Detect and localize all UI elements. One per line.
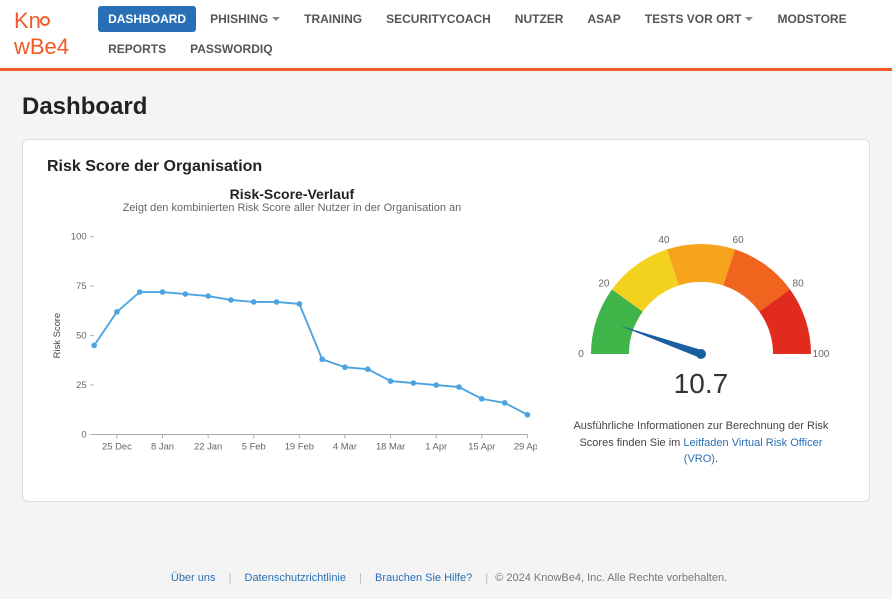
chevron-down-icon — [745, 17, 753, 21]
gauge-link[interactable]: Leitfaden Virtual Risk Officer (VRO) — [683, 437, 822, 466]
svg-text:100: 100 — [813, 349, 830, 360]
line-chart: 0 25 50 75 100 25 Dec 8 Jan 22 Jan 5 Feb 19 Feb 4 … — [47, 220, 537, 470]
svg-text:25 Dec: 25 Dec — [102, 441, 132, 452]
nav-asap[interactable]: ASAP — [577, 6, 630, 32]
nav-modstore[interactable]: MODSTORE — [767, 6, 856, 32]
svg-text:25: 25 — [76, 379, 86, 390]
topbar: KnwBe4 DASHBOARDPHISHINGTRAININGSECURITY… — [0, 0, 892, 71]
chart-subtitle: Zeigt den kombinierten Risk Score aller … — [47, 202, 537, 214]
svg-text:18 Mar: 18 Mar — [376, 441, 405, 452]
svg-text:15 Apr: 15 Apr — [468, 441, 495, 452]
chart-title: Risk-Score-Verlauf — [47, 186, 537, 202]
gauge: 0 20 40 60 80 100 — [571, 214, 831, 374]
footer-about[interactable]: Über uns — [171, 572, 216, 584]
svg-text:80: 80 — [792, 278, 804, 289]
svg-text:Risk Score: Risk Score — [51, 313, 62, 358]
svg-text:100: 100 — [71, 230, 87, 241]
footer-copyright: © 2024 KnowBe4, Inc. Alle Rechte vorbeha… — [495, 572, 727, 584]
svg-text:60: 60 — [732, 235, 744, 246]
nav-tests-vor-ort[interactable]: TESTS VOR ORT — [635, 6, 764, 32]
nav-securitycoach[interactable]: SECURITYCOACH — [376, 6, 501, 32]
page: Dashboard Risk Score der Organisation Ri… — [0, 71, 892, 542]
svg-text:29 Apr: 29 Apr — [514, 441, 537, 452]
logo: KnwBe4 — [14, 8, 88, 60]
chevron-down-icon — [272, 17, 280, 21]
svg-text:0: 0 — [578, 349, 584, 360]
svg-text:20: 20 — [598, 278, 610, 289]
main-nav: DASHBOARDPHISHINGTRAININGSECURITYCOACHNU… — [98, 6, 878, 62]
nav-phishing[interactable]: PHISHING — [200, 6, 290, 32]
gauge-value: 10.7 — [674, 368, 729, 400]
gauge-container: 0 20 40 60 80 100 10.7 Ausführliche Informati… — [557, 186, 845, 473]
svg-text:4 Mar: 4 Mar — [333, 441, 357, 452]
nav-dashboard[interactable]: DASHBOARD — [98, 6, 196, 32]
svg-text:50: 50 — [76, 329, 86, 340]
nav-training[interactable]: TRAINING — [294, 6, 372, 32]
svg-text:40: 40 — [658, 235, 670, 246]
nav-passwordiq[interactable]: PASSWORDIQ — [180, 36, 282, 62]
nav-nutzer[interactable]: NUTZER — [505, 6, 574, 32]
chart-container: Risk-Score-Verlauf Zeigt den kombinierte… — [47, 186, 537, 473]
page-title: Dashboard — [22, 93, 870, 121]
svg-text:75: 75 — [76, 280, 86, 291]
svg-text:19 Feb: 19 Feb — [285, 441, 314, 452]
svg-text:8 Jan: 8 Jan — [151, 441, 174, 452]
footer-privacy[interactable]: Datenschutzrichtlinie — [245, 572, 347, 584]
gauge-description: Ausführliche Informationen zur Berechnun… — [571, 418, 831, 468]
footer-help[interactable]: Brauchen Sie Hilfe? — [375, 572, 472, 584]
svg-text:5 Feb: 5 Feb — [242, 441, 266, 452]
nav-reports[interactable]: REPORTS — [98, 36, 176, 62]
svg-text:0: 0 — [81, 428, 86, 439]
risk-score-card: Risk Score der Organisation Risk-Score-V… — [22, 139, 870, 502]
card-title: Risk Score der Organisation — [47, 158, 845, 176]
svg-text:22 Jan: 22 Jan — [194, 441, 222, 452]
svg-text:1 Apr: 1 Apr — [425, 441, 447, 452]
footer: Über uns | Datenschutzrichtlinie | Brauc… — [0, 542, 892, 594]
